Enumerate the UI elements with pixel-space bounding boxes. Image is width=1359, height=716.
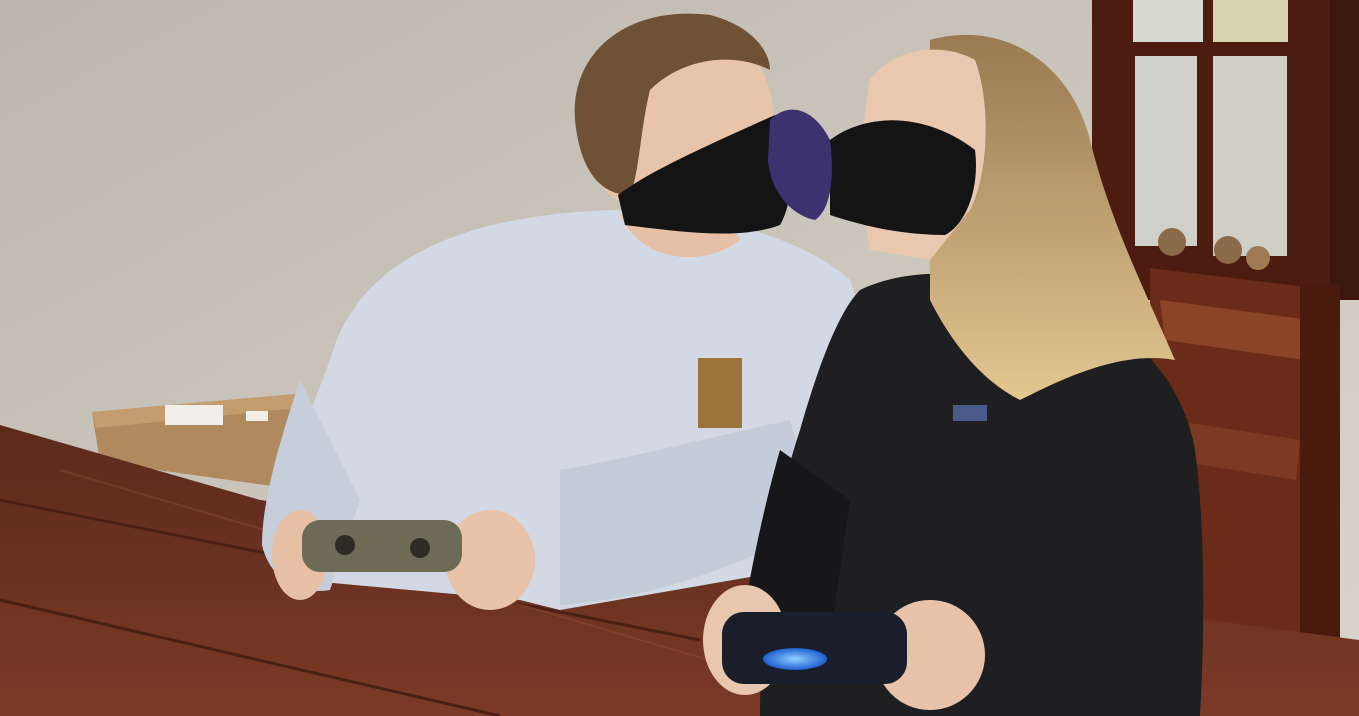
game-controller-left [302, 520, 462, 572]
sweatshirt-logo [698, 358, 742, 428]
photo-illustration [0, 0, 1359, 716]
game-controller-right [722, 612, 907, 684]
photo-scene [0, 0, 1359, 716]
controller-light-bar [763, 648, 827, 670]
jacket-logo [953, 405, 987, 421]
black-mask-right [830, 120, 976, 235]
china-cabinet [1092, 0, 1359, 300]
